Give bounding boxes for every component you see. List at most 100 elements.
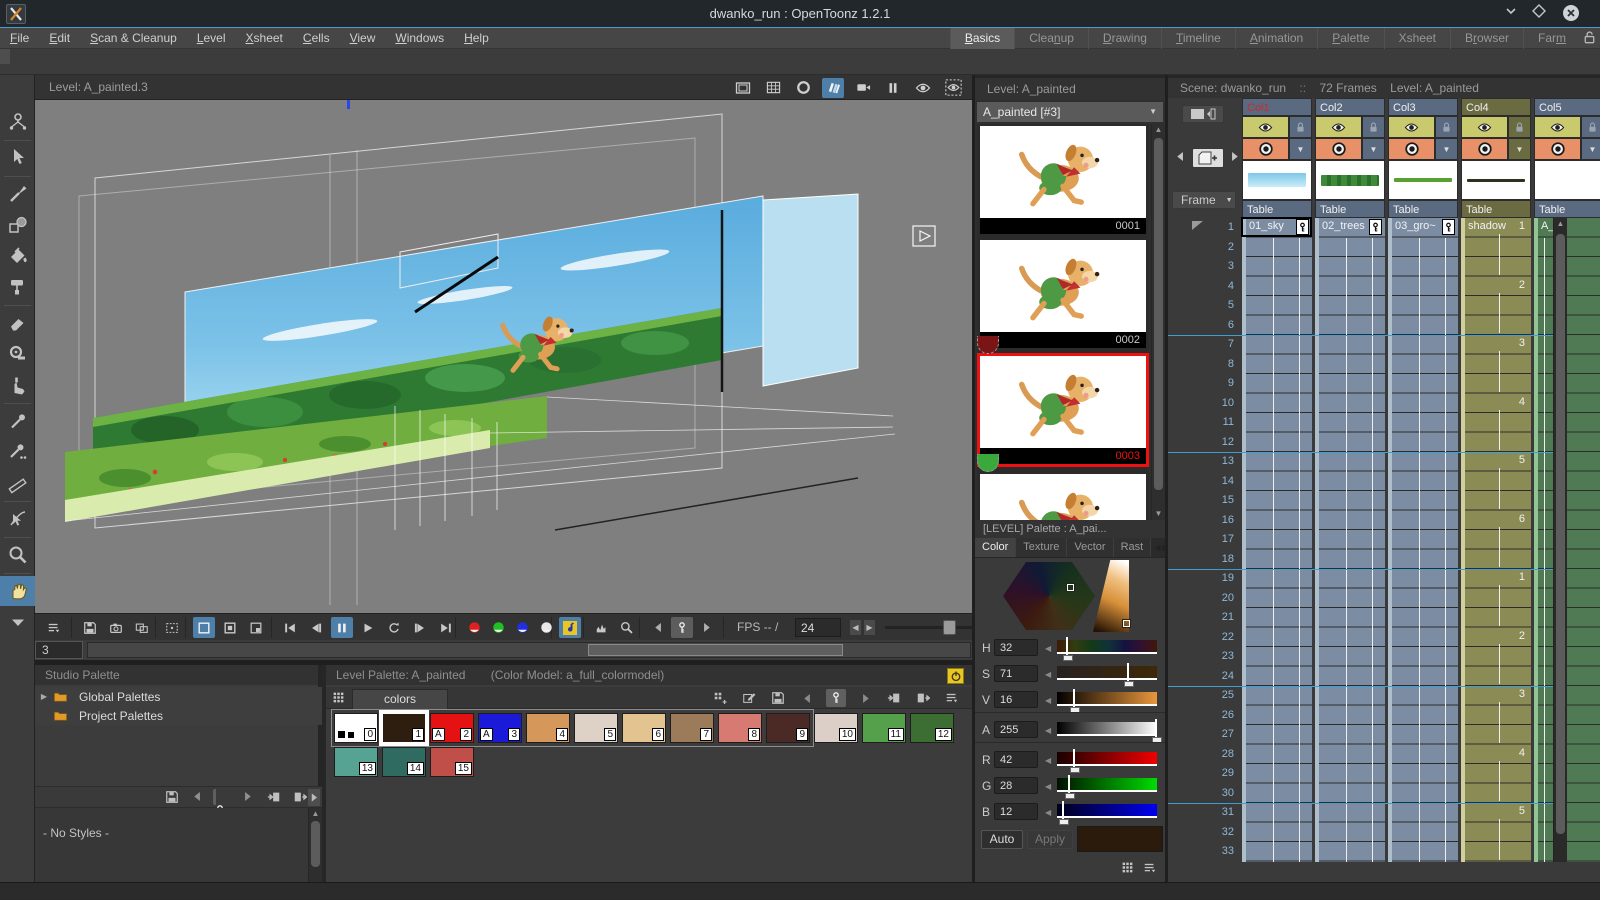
style-tab-color[interactable]: Color bbox=[975, 538, 1016, 557]
row-number-19[interactable]: 19 bbox=[1194, 572, 1234, 584]
style-swatch-5[interactable]: 5 bbox=[574, 713, 618, 743]
compare-snapshot-button[interactable] bbox=[131, 617, 153, 638]
green-channel-button[interactable] bbox=[487, 617, 509, 638]
next-frame-button[interactable] bbox=[409, 617, 431, 638]
column-cells[interactable]: A_ bbox=[1534, 218, 1600, 862]
xsheet-column-col1[interactable]: Col1▼Table01_sky bbox=[1242, 98, 1312, 862]
triangle-cursor[interactable] bbox=[1123, 620, 1130, 627]
maximize-button[interactable] bbox=[1532, 4, 1554, 24]
soundtrack-button[interactable] bbox=[559, 617, 581, 638]
column-eye-toggle[interactable] bbox=[1315, 116, 1362, 138]
row-number-33[interactable]: 33 bbox=[1194, 845, 1234, 857]
toolbar-overflow-arrow[interactable] bbox=[308, 789, 320, 806]
column-eye-toggle[interactable] bbox=[1242, 116, 1289, 138]
zoom-tool[interactable] bbox=[0, 540, 35, 570]
key-button[interactable] bbox=[671, 617, 693, 638]
row-number-25[interactable]: 25 bbox=[1194, 689, 1234, 701]
row-number-21[interactable]: 21 bbox=[1194, 611, 1234, 623]
row-number-23[interactable]: 23 bbox=[1194, 650, 1234, 662]
viewport[interactable] bbox=[35, 100, 972, 613]
frame-slider[interactable] bbox=[87, 642, 971, 658]
slider-value-r[interactable]: 42 bbox=[994, 751, 1038, 768]
studio-next-style-button[interactable] bbox=[241, 790, 254, 803]
style-tab-vector[interactable]: Vector bbox=[1067, 538, 1113, 557]
picker2-tool[interactable] bbox=[0, 437, 35, 467]
slider-collapse-arrow[interactable]: ◀ bbox=[1045, 756, 1051, 765]
eraser-tool[interactable] bbox=[0, 308, 35, 338]
level-selector-dropdown[interactable]: A_painted [#3] ▼ bbox=[977, 102, 1163, 122]
row-number-1[interactable]: 1 bbox=[1194, 221, 1234, 233]
row-number-6[interactable]: 6 bbox=[1194, 319, 1234, 331]
slider-collapse-arrow[interactable]: ◀ bbox=[1045, 726, 1051, 735]
column-table-link[interactable]: Table bbox=[1242, 200, 1312, 218]
edit-style-button[interactable] bbox=[739, 689, 759, 707]
column-name[interactable]: Col1 bbox=[1242, 98, 1312, 116]
style-tab-rast[interactable]: Rast bbox=[1114, 538, 1152, 557]
slider-handle[interactable] bbox=[1127, 663, 1129, 682]
style-swatch-4[interactable]: 4 bbox=[526, 713, 570, 743]
row-number-18[interactable]: 18 bbox=[1194, 553, 1234, 565]
camera-stand-view-icon[interactable] bbox=[792, 78, 814, 98]
slider-handle[interactable] bbox=[1073, 689, 1075, 708]
hand-tool[interactable] bbox=[0, 576, 35, 606]
room-tab-animation[interactable]: Animation bbox=[1235, 28, 1317, 49]
level-frame-0003[interactable]: 0003 bbox=[980, 356, 1146, 464]
histogram-button[interactable] bbox=[591, 617, 613, 638]
slider-track-v[interactable] bbox=[1057, 692, 1157, 706]
panel-separator[interactable] bbox=[35, 660, 972, 665]
view-mode-camstand-button[interactable] bbox=[193, 617, 215, 638]
hexagon-cursor[interactable] bbox=[1067, 584, 1074, 591]
row-number-9[interactable]: 9 bbox=[1194, 377, 1234, 389]
fps-increment[interactable]: ▶ bbox=[863, 619, 876, 636]
slider-handle[interactable] bbox=[1062, 801, 1064, 820]
style-swatch-12[interactable]: 12 bbox=[910, 713, 954, 743]
page-tab-colors[interactable]: colors bbox=[352, 689, 448, 709]
loop-button[interactable] bbox=[383, 617, 405, 638]
row-number-28[interactable]: 28 bbox=[1194, 748, 1234, 760]
folder-project-palettes[interactable]: Project Palettes bbox=[35, 706, 322, 725]
menu-view[interactable]: View bbox=[340, 28, 386, 48]
studio-prev-style-button[interactable] bbox=[191, 790, 204, 803]
row-number-32[interactable]: 32 bbox=[1194, 826, 1234, 838]
first-frame-button[interactable] bbox=[279, 617, 301, 638]
slider-value-a[interactable]: 255 bbox=[994, 721, 1038, 738]
camera-view-icon[interactable] bbox=[852, 78, 874, 98]
column-config-dropdown[interactable]: ▼ bbox=[1508, 138, 1531, 160]
row-number-29[interactable]: 29 bbox=[1194, 767, 1234, 779]
rooms-lock-icon[interactable] bbox=[1582, 30, 1598, 46]
preview-icon[interactable] bbox=[912, 78, 934, 98]
column-lock-toggle[interactable] bbox=[1362, 116, 1385, 138]
studio-palette-in-button[interactable] bbox=[267, 790, 281, 804]
room-tab-drawing[interactable]: Drawing bbox=[1088, 28, 1161, 49]
ruler-tool[interactable] bbox=[0, 468, 35, 498]
style-swatch-6[interactable]: 6 bbox=[622, 713, 666, 743]
column-cells[interactable]: shadow12345612345 bbox=[1461, 218, 1531, 862]
column-table-link[interactable]: Table bbox=[1315, 200, 1385, 218]
column-name[interactable]: Col3 bbox=[1388, 98, 1458, 116]
column-table-link[interactable]: Table bbox=[1388, 200, 1458, 218]
slider-track-g[interactable] bbox=[1057, 778, 1157, 792]
auto-button[interactable]: Auto bbox=[981, 830, 1023, 849]
slider-collapse-arrow[interactable]: ◀ bbox=[1045, 670, 1051, 679]
xsheet-column-col4[interactable]: Col4▼Tableshadow12345612345 bbox=[1461, 98, 1531, 862]
define-subcamera-button[interactable] bbox=[161, 617, 183, 638]
column-eye-toggle[interactable] bbox=[1388, 116, 1435, 138]
menu-cells[interactable]: Cells bbox=[293, 28, 340, 48]
prev-frame-button[interactable] bbox=[305, 617, 327, 638]
room-tab-basics[interactable]: Basics bbox=[950, 28, 1014, 49]
style-swatch-2[interactable]: 2A bbox=[430, 713, 474, 743]
row-number-22[interactable]: 22 bbox=[1194, 631, 1234, 643]
style-swatch-7[interactable]: 7 bbox=[670, 713, 714, 743]
current-frame-field[interactable]: 3 bbox=[35, 641, 83, 659]
menu-level[interactable]: Level bbox=[187, 28, 236, 48]
column-lock-toggle[interactable] bbox=[1508, 116, 1531, 138]
prev-pane-arrow[interactable] bbox=[1174, 150, 1187, 163]
column-config-dropdown[interactable]: ▼ bbox=[1289, 138, 1312, 160]
picker-tool[interactable] bbox=[0, 406, 35, 436]
studio-save-palette-button[interactable] bbox=[165, 790, 179, 804]
row-number-8[interactable]: 8 bbox=[1194, 358, 1234, 370]
3d-view-icon[interactable] bbox=[822, 78, 844, 98]
style-swatch-13[interactable]: 13 bbox=[334, 747, 378, 777]
next-key-button[interactable] bbox=[695, 617, 717, 638]
slider-handle[interactable] bbox=[1068, 775, 1070, 794]
